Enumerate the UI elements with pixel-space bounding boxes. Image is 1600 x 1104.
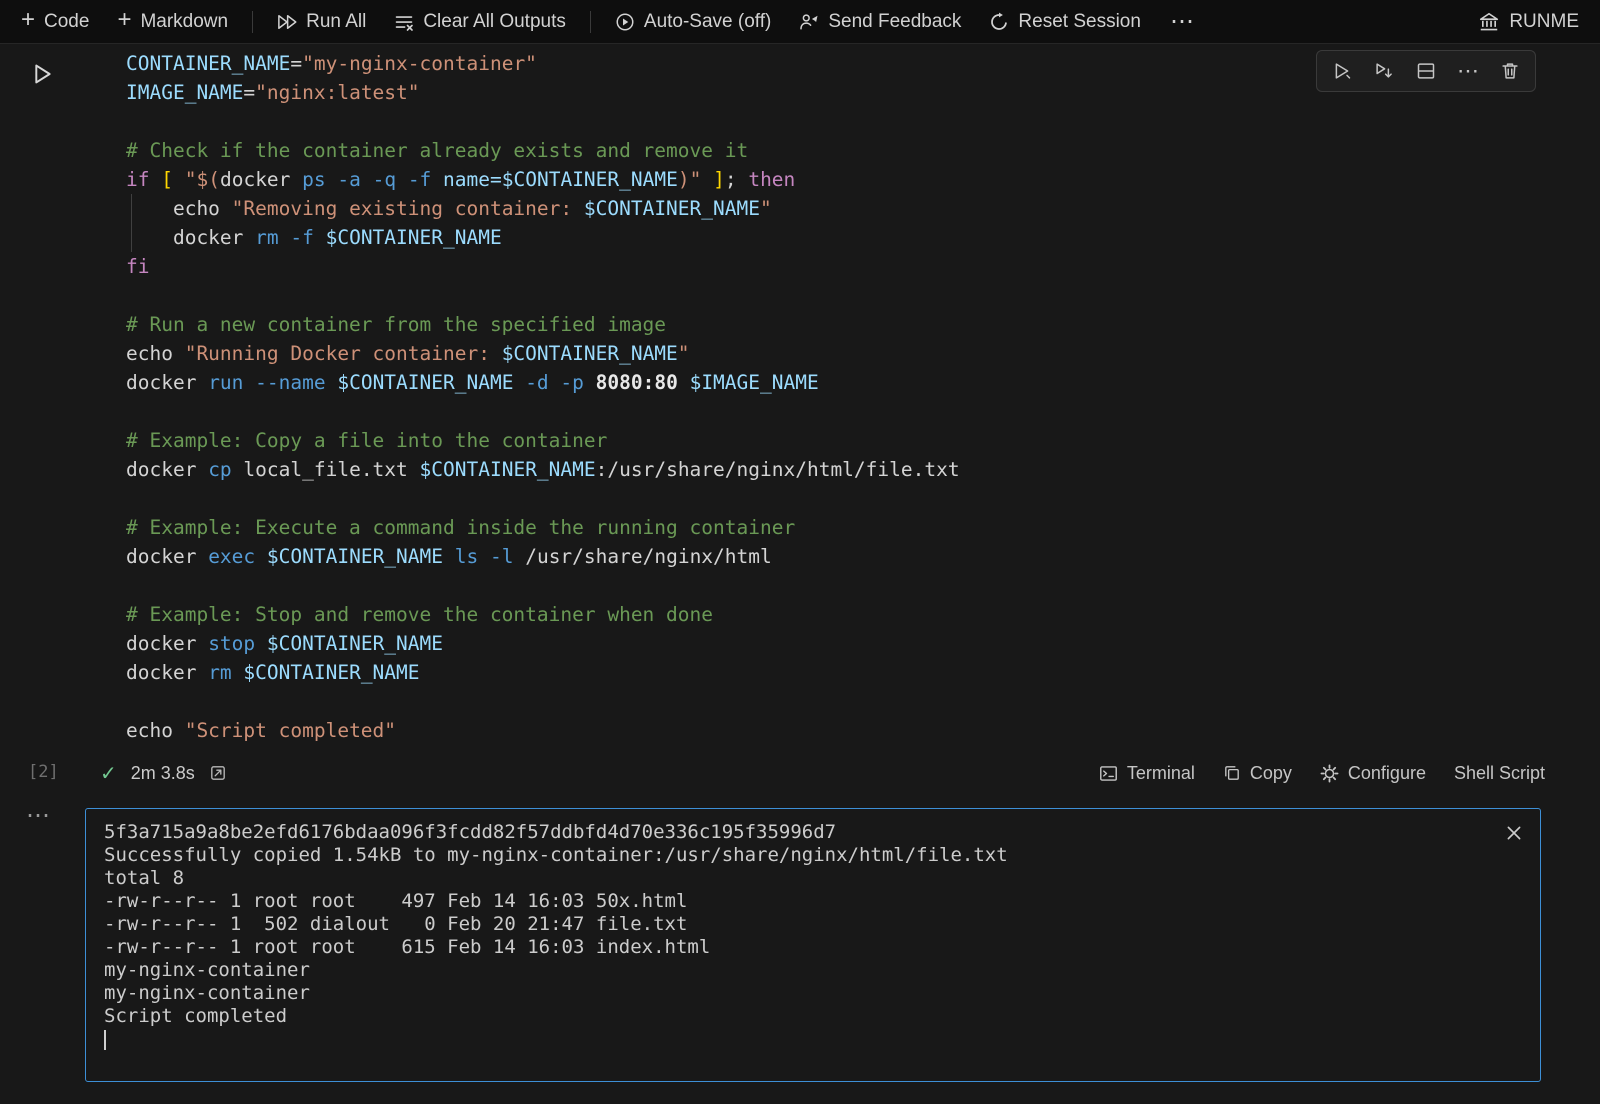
add-code-label: Code: [44, 11, 89, 33]
code-line[interactable]: docker cp local_file.txt $CONTAINER_NAME…: [126, 455, 960, 484]
code-line[interactable]: echo "Script completed": [126, 716, 960, 745]
code-line[interactable]: echo "Removing existing container: $CONT…: [126, 194, 960, 223]
code-line[interactable]: [126, 107, 960, 136]
code-line[interactable]: # Example: Copy a file into the containe…: [126, 426, 960, 455]
cell-toolbar: ⋯: [1316, 50, 1536, 92]
add-markdown-button[interactable]: + Markdown: [108, 7, 237, 37]
reset-session-label: Reset Session: [1018, 11, 1141, 33]
cell-output: 5f3a715a9a8be2efd6176bdaa096f3fcdd82f57d…: [85, 808, 1541, 1082]
code-line[interactable]: [126, 571, 960, 600]
clear-all-outputs-label: Clear All Outputs: [423, 11, 566, 33]
run-all-label: Run All: [306, 11, 366, 33]
output-line: Successfully copied 1.54kB to my-nginx-c…: [104, 844, 1522, 867]
code-line[interactable]: IMAGE_NAME="nginx:latest": [126, 78, 960, 107]
auto-save-toggle[interactable]: Auto-Save (off): [606, 7, 780, 37]
auto-save-icon: [615, 12, 635, 32]
add-code-button[interactable]: + Code: [12, 7, 98, 37]
split-cell-button[interactable]: [1408, 55, 1444, 87]
output-line: -rw-r--r-- 1 root root 497 Feb 14 16:03 …: [104, 890, 1522, 913]
add-markdown-label: Markdown: [140, 11, 228, 33]
code-line[interactable]: docker exec $CONTAINER_NAME ls -l /usr/s…: [126, 542, 960, 571]
configure-label: Configure: [1348, 763, 1426, 784]
code-line[interactable]: echo "Running Docker container: $CONTAIN…: [126, 339, 960, 368]
code-line[interactable]: # Example: Execute a command inside the …: [126, 513, 960, 542]
cell-status-bar: ✓ 2m 3.8s Terminal Copy Configure Shell …: [0, 752, 1600, 794]
open-terminal-button[interactable]: Terminal: [1099, 763, 1195, 784]
code-line[interactable]: [126, 687, 960, 716]
code-line[interactable]: docker stop $CONTAINER_NAME: [126, 629, 960, 658]
reset-session-icon: [989, 12, 1009, 32]
output-line: -rw-r--r-- 1 502 dialout 0 Feb 20 21:47 …: [104, 913, 1522, 936]
terminal-cursor: [104, 1030, 106, 1050]
notebook-toolbar: + Code + Markdown Run All Clear All Outp…: [0, 0, 1600, 44]
code-line[interactable]: [126, 484, 960, 513]
configure-button[interactable]: Configure: [1320, 763, 1426, 784]
terminal-label: Terminal: [1127, 763, 1195, 784]
auto-save-label: Auto-Save (off): [644, 11, 771, 33]
execute-cell-button[interactable]: [1324, 55, 1360, 87]
close-icon: [1504, 823, 1524, 843]
code-line[interactable]: [126, 281, 960, 310]
runme-brand-button[interactable]: RUNME: [1469, 7, 1588, 37]
delete-cell-button[interactable]: [1492, 55, 1528, 87]
clear-all-outputs-icon: [394, 12, 414, 32]
code-line[interactable]: docker run --name $CONTAINER_NAME -d -p …: [126, 368, 960, 397]
notebook-window: + Code + Markdown Run All Clear All Outp…: [0, 0, 1600, 1104]
save-output-icon: [209, 764, 227, 782]
code-line[interactable]: if [ "$(docker ps -a -q -f name=$CONTAIN…: [126, 165, 960, 194]
output-line: -rw-r--r-- 1 root root 615 Feb 14 16:03 …: [104, 936, 1522, 959]
code-line[interactable]: fi: [126, 252, 960, 281]
code-line[interactable]: # Example: Stop and remove the container…: [126, 600, 960, 629]
code-line[interactable]: # Run a new container from the specified…: [126, 310, 960, 339]
success-check-icon: ✓: [100, 761, 117, 786]
cell-code-editor[interactable]: CONTAINER_NAME="my-nginx-container"IMAGE…: [126, 49, 960, 745]
clear-all-outputs-button[interactable]: Clear All Outputs: [385, 7, 575, 37]
code-line[interactable]: docker rm $CONTAINER_NAME: [126, 658, 960, 687]
code-line[interactable]: # Check if the container already exists …: [126, 136, 960, 165]
gear-icon: [1320, 764, 1339, 783]
runme-brand-label: RUNME: [1509, 11, 1579, 33]
copy-button[interactable]: Copy: [1223, 763, 1292, 784]
send-feedback-button[interactable]: Send Feedback: [790, 7, 970, 37]
code-line[interactable]: CONTAINER_NAME="my-nginx-container": [126, 49, 960, 78]
language-picker[interactable]: Shell Script: [1454, 763, 1545, 784]
copy-icon: [1223, 764, 1241, 782]
toolbar-separator: [590, 11, 591, 33]
run-below-button[interactable]: [1366, 55, 1402, 87]
save-output-button[interactable]: [209, 764, 227, 782]
output-line: my-nginx-container: [104, 982, 1522, 1005]
close-output-button[interactable]: [1500, 819, 1528, 847]
execution-duration: 2m 3.8s: [131, 763, 195, 784]
terminal-icon: [1099, 764, 1118, 783]
output-lines: 5f3a715a9a8be2efd6176bdaa096f3fcdd82f57d…: [104, 821, 1522, 1028]
copy-label: Copy: [1250, 763, 1292, 784]
trash-icon: [1500, 61, 1520, 81]
cell-more-actions-button[interactable]: ⋯: [1450, 55, 1486, 87]
output-line: my-nginx-container: [104, 959, 1522, 982]
code-line[interactable]: [126, 397, 960, 426]
code-line[interactable]: docker rm -f $CONTAINER_NAME: [126, 223, 960, 252]
toolbar-more-button[interactable]: ⋯: [1160, 7, 1204, 36]
execute-cell-icon: [1332, 61, 1352, 81]
plus-icon: +: [117, 8, 131, 32]
run-all-icon: [277, 12, 297, 32]
reset-session-button[interactable]: Reset Session: [980, 7, 1150, 37]
output-line: Script completed: [104, 1005, 1522, 1028]
terminal-cursor-line: [104, 1028, 1522, 1051]
output-line: total 8: [104, 867, 1522, 890]
runme-brand-icon: [1478, 11, 1500, 33]
send-feedback-label: Send Feedback: [828, 11, 961, 33]
run-all-button[interactable]: Run All: [268, 7, 375, 37]
send-feedback-icon: [799, 12, 819, 32]
toolbar-separator: [252, 11, 253, 33]
play-icon: [29, 61, 55, 87]
run-cell-button[interactable]: [26, 58, 58, 90]
output-line: 5f3a715a9a8be2efd6176bdaa096f3fcdd82f57d…: [104, 821, 1522, 844]
split-cell-icon: [1416, 61, 1436, 81]
run-below-icon: [1374, 61, 1394, 81]
output-options-button[interactable]: ⋯: [26, 804, 50, 828]
plus-icon: +: [21, 8, 35, 32]
